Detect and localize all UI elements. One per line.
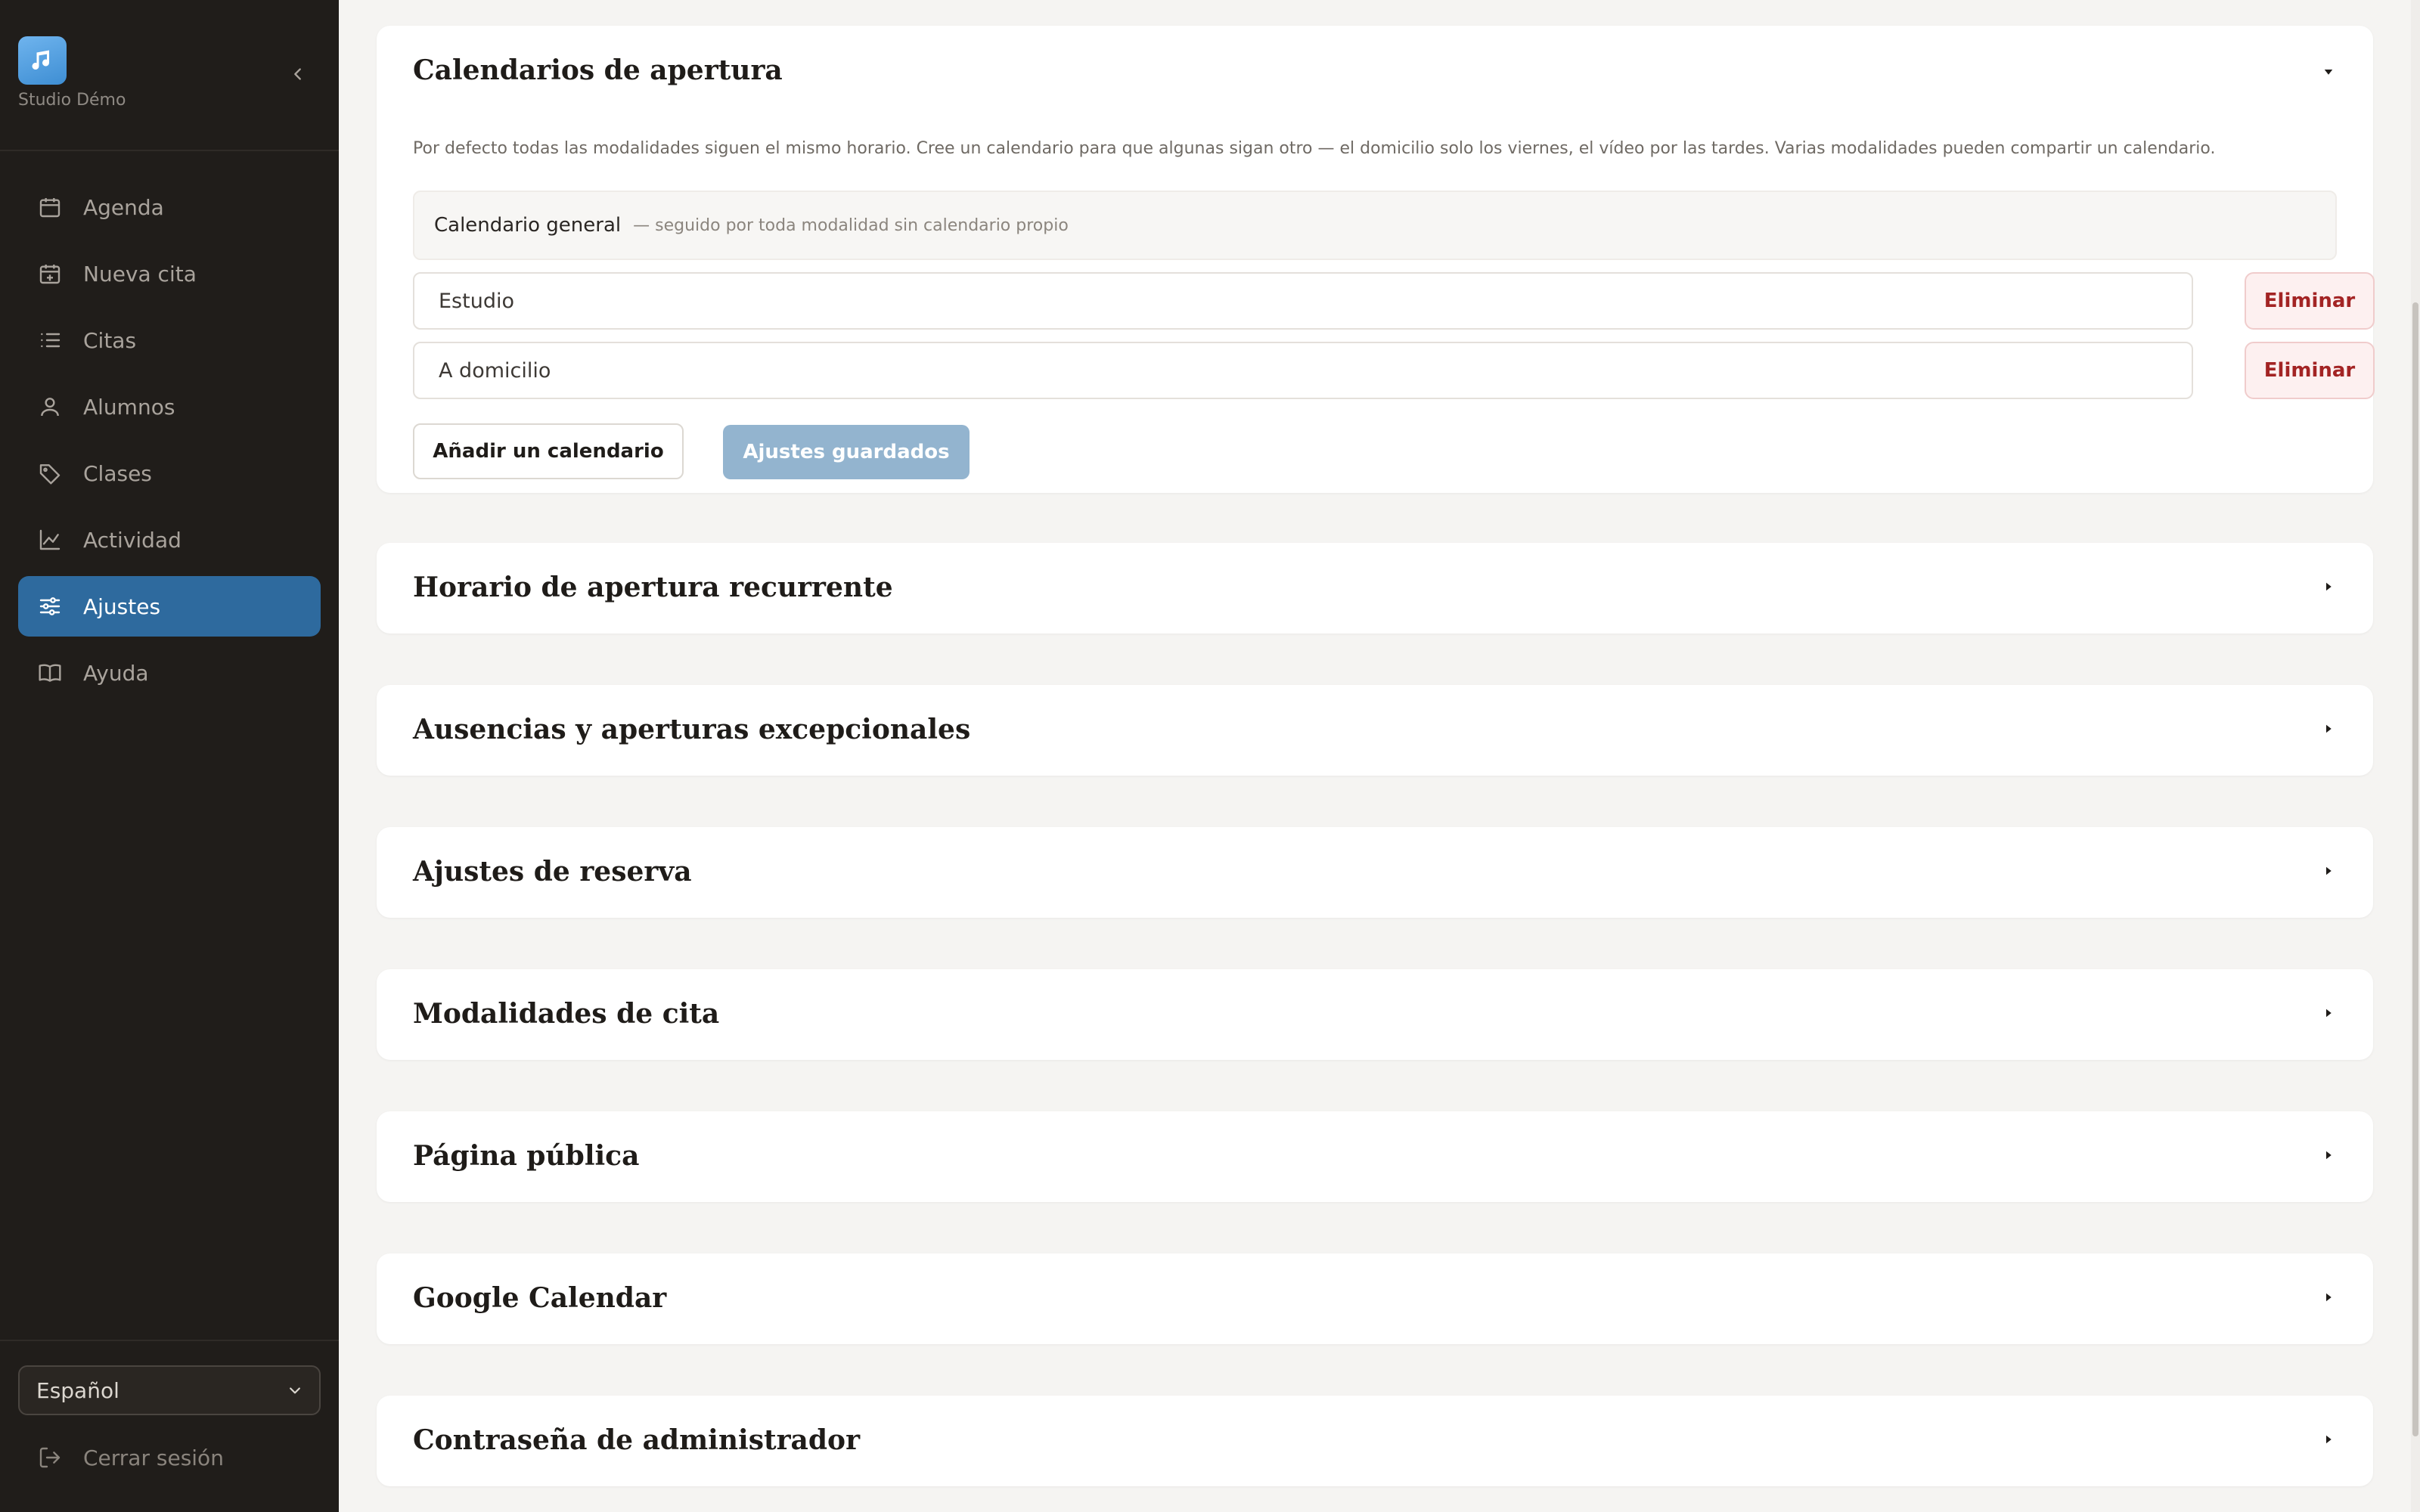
sidebar-item-ajustes[interactable]: Ajustes	[18, 576, 321, 637]
list-icon	[36, 327, 64, 354]
sidebar-item-alumnos[interactable]: Alumnos	[18, 376, 321, 437]
sidebar-item-ayuda[interactable]: Ayuda	[18, 643, 321, 703]
sidebar-item-label: Actividad	[83, 527, 182, 553]
section-recurring-hours[interactable]: Horario de apertura recurrente	[377, 543, 2373, 634]
section-title: Contraseña de administrador	[413, 1424, 861, 1456]
general-calendar-hint: — seguido por toda modalidad sin calenda…	[633, 215, 1069, 235]
expand-section-toggle[interactable]	[2317, 1430, 2340, 1452]
sidebar-divider	[0, 150, 339, 151]
sliders-icon	[36, 593, 64, 620]
sidebar-divider	[0, 1340, 339, 1341]
delete-calendar-button[interactable]: Eliminar	[2245, 342, 2375, 399]
calendar-name-input[interactable]	[413, 342, 2193, 399]
calendar-plus-icon	[36, 260, 64, 287]
section-appointment-types[interactable]: Modalidades de cita	[377, 969, 2373, 1060]
settings-main: Calendarios de apertura Por defecto toda…	[339, 0, 2420, 1512]
brand-name: Studio Démo	[18, 91, 126, 110]
save-settings-button[interactable]: Ajustes guardados	[723, 425, 970, 479]
logout-button[interactable]: Cerrar sesión	[18, 1433, 321, 1482]
music-note-icon	[18, 36, 67, 85]
calendars-title: Calendarios de apertura	[413, 54, 783, 86]
tag-icon	[36, 460, 64, 487]
sidebar-item-label: Ajustes	[83, 593, 161, 619]
app-root: Studio Démo Agenda Nueva cita Citas Alum…	[0, 0, 2420, 1512]
calendar-icon	[36, 194, 64, 221]
section-google-calendar[interactable]: Google Calendar	[377, 1253, 2373, 1344]
sidebar-item-citas[interactable]: Citas	[18, 310, 321, 370]
logout-label: Cerrar sesión	[83, 1445, 224, 1470]
collapse-section-toggle[interactable]	[2317, 62, 2340, 85]
section-booking-settings[interactable]: Ajustes de reserva	[377, 827, 2373, 918]
collapse-sidebar-button[interactable]	[283, 60, 313, 91]
chevron-down-icon	[287, 1378, 302, 1403]
caret-right-icon	[2322, 1290, 2335, 1307]
caret-right-icon	[2322, 722, 2335, 739]
chevron-left-icon	[290, 66, 306, 85]
user-icon	[36, 393, 64, 420]
add-calendar-button[interactable]: Añadir un calendario	[413, 423, 684, 479]
sidebar-item-label: Clases	[83, 460, 152, 486]
general-calendar-label: Calendario general	[434, 214, 622, 237]
calendar-name-input[interactable]	[413, 272, 2193, 330]
logout-icon	[36, 1444, 64, 1471]
sidebar-nav: Agenda Nueva cita Citas Alumnos Clases A…	[18, 177, 321, 709]
sidebar-item-clases[interactable]: Clases	[18, 443, 321, 503]
sidebar-item-label: Agenda	[83, 194, 164, 220]
sidebar: Studio Démo Agenda Nueva cita Citas Alum…	[0, 0, 339, 1512]
sidebar-item-actividad[interactable]: Actividad	[18, 510, 321, 570]
section-title: Modalidades de cita	[413, 998, 720, 1030]
scrollbar-thumb[interactable]	[2412, 302, 2418, 1436]
section-public-page[interactable]: Página pública	[377, 1111, 2373, 1202]
caret-down-icon	[2322, 65, 2335, 82]
delete-calendar-button[interactable]: Eliminar	[2245, 272, 2375, 330]
expand-section-toggle[interactable]	[2317, 1003, 2340, 1026]
calendars-card: Calendarios de apertura Por defecto toda…	[377, 26, 2375, 493]
sidebar-item-label: Alumnos	[83, 394, 175, 420]
expand-section-toggle[interactable]	[2317, 719, 2340, 742]
main-scrollbar[interactable]	[2411, 0, 2420, 1512]
sidebar-item-label: Nueva cita	[83, 261, 197, 287]
section-title: Google Calendar	[413, 1282, 667, 1314]
caret-right-icon	[2322, 1148, 2335, 1165]
language-select[interactable]: Español	[18, 1365, 321, 1415]
section-admin-password[interactable]: Contraseña de administrador	[377, 1396, 2373, 1486]
caret-right-icon	[2322, 580, 2335, 596]
general-calendar-row: Calendario general — seguido por toda mo…	[413, 191, 2337, 260]
brand: Studio Démo	[18, 36, 126, 110]
section-title: Ausencias y aperturas excepcionales	[413, 714, 971, 745]
sidebar-item-nueva-cita[interactable]: Nueva cita	[18, 243, 321, 304]
section-title: Ajustes de reserva	[413, 856, 692, 888]
expand-section-toggle[interactable]	[2317, 1145, 2340, 1168]
expand-section-toggle[interactable]	[2317, 861, 2340, 884]
caret-right-icon	[2322, 1433, 2335, 1449]
book-icon	[36, 659, 64, 686]
sidebar-item-label: Citas	[83, 327, 137, 353]
section-absences[interactable]: Ausencias y aperturas excepcionales	[377, 685, 2373, 776]
expand-section-toggle[interactable]	[2317, 1287, 2340, 1310]
section-title: Horario de apertura recurrente	[413, 572, 893, 603]
sidebar-item-agenda[interactable]: Agenda	[18, 177, 321, 237]
expand-section-toggle[interactable]	[2317, 577, 2340, 600]
caret-right-icon	[2322, 1006, 2335, 1023]
sidebar-item-label: Ayuda	[83, 660, 149, 686]
calendars-description: Por defecto todas las modalidades siguen…	[413, 139, 2216, 158]
section-title: Página pública	[413, 1140, 640, 1172]
chart-line-icon	[36, 526, 64, 553]
language-value: Español	[36, 1377, 119, 1403]
caret-right-icon	[2322, 864, 2335, 881]
